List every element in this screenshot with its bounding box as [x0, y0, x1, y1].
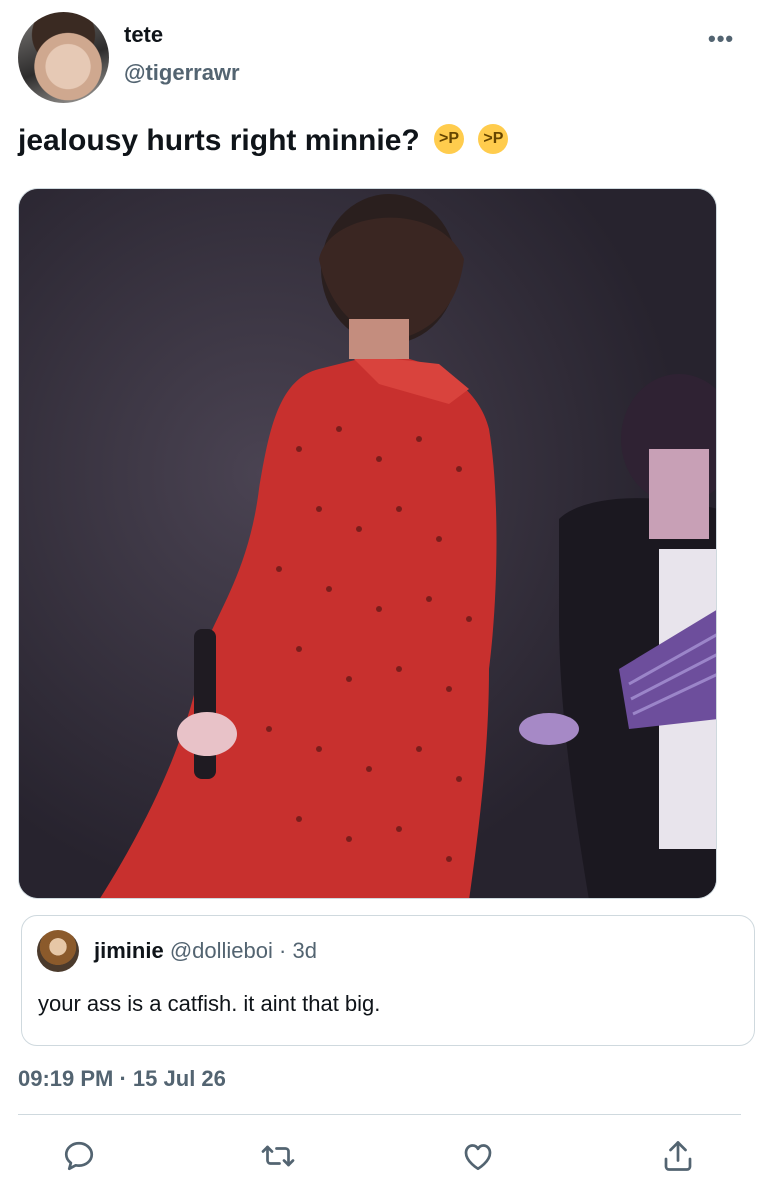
retweet-button[interactable]	[260, 1138, 300, 1178]
action-bar	[0, 1138, 759, 1178]
like-icon	[464, 1144, 492, 1171]
tweet-photo[interactable]	[18, 188, 717, 899]
divider	[18, 1114, 741, 1115]
author-display-name[interactable]: tete	[124, 22, 163, 48]
quoted-text: your ass is a catfish. it aint that big.	[38, 991, 381, 1016]
quoted-handle[interactable]: @dollieboi	[170, 938, 273, 963]
squinting-tongue-emoji-icon: >P	[434, 124, 465, 155]
quoted-tweet-header: jiminie @dollieboi · 3d	[94, 938, 317, 964]
author-avatar[interactable]	[18, 12, 109, 103]
share-button[interactable]	[660, 1138, 700, 1178]
retweet-icon	[261, 1145, 295, 1167]
quoted-separator: ·	[279, 938, 287, 963]
squinting-tongue-emoji-icon: >P	[478, 124, 509, 155]
tweet-text: jealousy hurts right minnie? >P >P	[18, 124, 509, 158]
like-button[interactable]	[460, 1138, 500, 1178]
share-icon	[664, 1141, 692, 1171]
reply-icon	[64, 1141, 94, 1171]
tweet-page: tete @tigerrawr ••• jealousy hurts right…	[0, 0, 759, 1200]
quoted-time[interactable]: 3d	[292, 938, 316, 963]
tweet-timestamp[interactable]: 09:19 PM · 15 Jul 26	[18, 1066, 226, 1092]
concert-photo-illustration	[19, 189, 716, 898]
author-handle[interactable]: @tigerrawr	[124, 60, 240, 86]
reply-button[interactable]	[61, 1138, 101, 1178]
more-options-icon[interactable]: •••	[708, 26, 734, 52]
quoted-display-name[interactable]: jiminie	[94, 938, 164, 963]
quoted-tweet[interactable]: jiminie @dollieboi · 3d your ass is a ca…	[21, 915, 755, 1046]
tweet-body: jealousy hurts right minnie?	[18, 124, 420, 157]
quoted-author-avatar[interactable]	[37, 930, 79, 972]
